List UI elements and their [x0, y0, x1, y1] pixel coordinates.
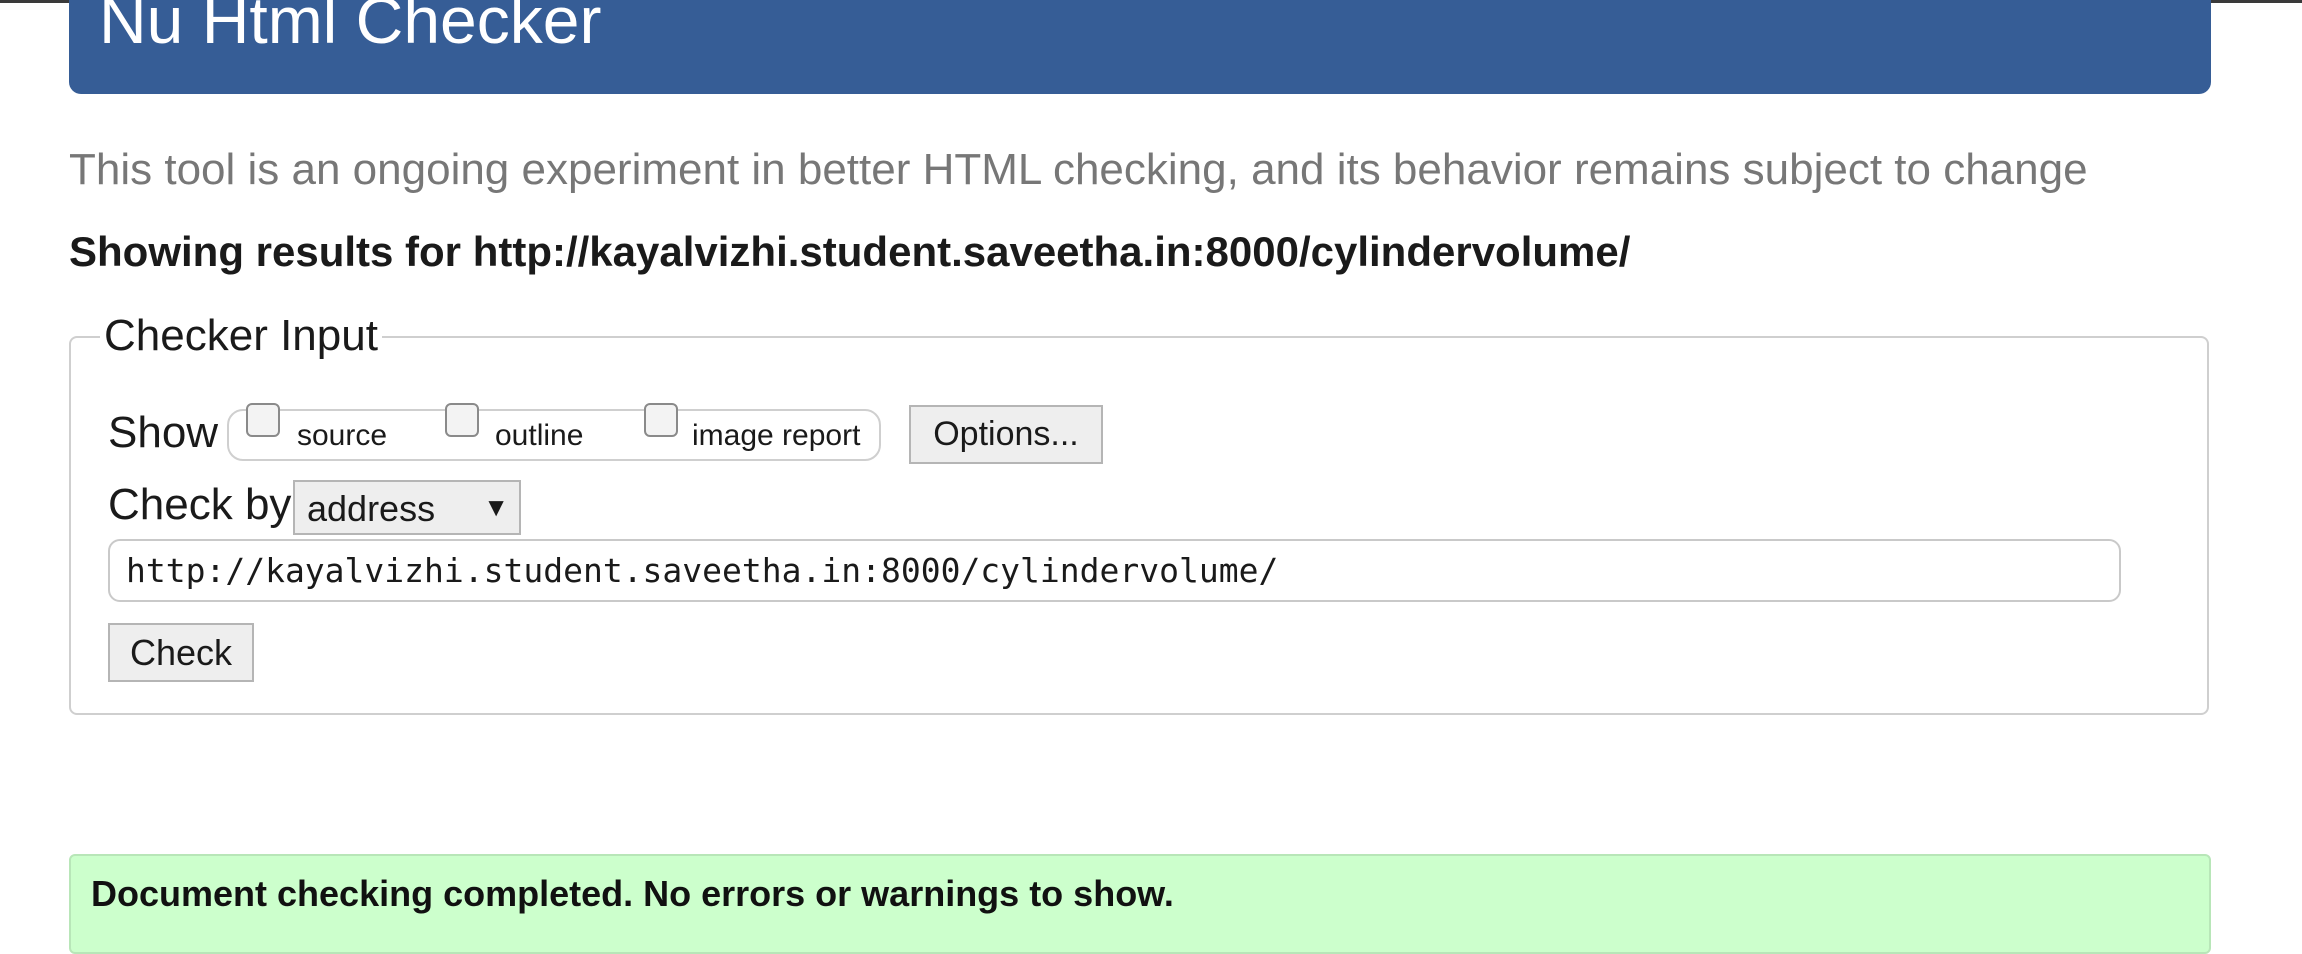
success-message-box: Document checking completed. No errors o…	[69, 854, 2211, 954]
image-report-checkbox-label[interactable]: image report	[692, 418, 860, 454]
source-checkbox-label[interactable]: source	[297, 418, 387, 454]
check-by-selected-value: address	[307, 488, 436, 529]
url-input-value: http://kayalvizhi.student.saveetha.in:80…	[126, 551, 1279, 590]
image-report-checkbox[interactable]	[644, 403, 678, 437]
url-input[interactable]: http://kayalvizhi.student.saveetha.in:80…	[108, 539, 2121, 602]
success-message: Document checking completed. No errors o…	[91, 873, 1174, 914]
outline-checkbox[interactable]	[445, 403, 479, 437]
options-button[interactable]: Options...	[909, 405, 1103, 464]
page-header: Nu Html Checker	[69, 0, 2211, 94]
show-label: Show	[108, 408, 219, 457]
results-heading: Showing results for http://kayalvizhi.st…	[69, 228, 1631, 275]
check-button[interactable]: Check	[108, 623, 254, 682]
outline-checkbox-label[interactable]: outline	[495, 418, 583, 454]
triangle-down-icon: ▼	[483, 492, 509, 522]
check-by-select[interactable]: address ▼	[293, 480, 521, 535]
page-title: Nu Html Checker	[99, 0, 602, 57]
source-checkbox[interactable]	[246, 403, 280, 437]
tagline: This tool is an ongoing experiment in be…	[69, 145, 2088, 194]
checker-input-legend: Checker Input	[100, 308, 382, 364]
check-by-label: Check by	[108, 480, 292, 529]
